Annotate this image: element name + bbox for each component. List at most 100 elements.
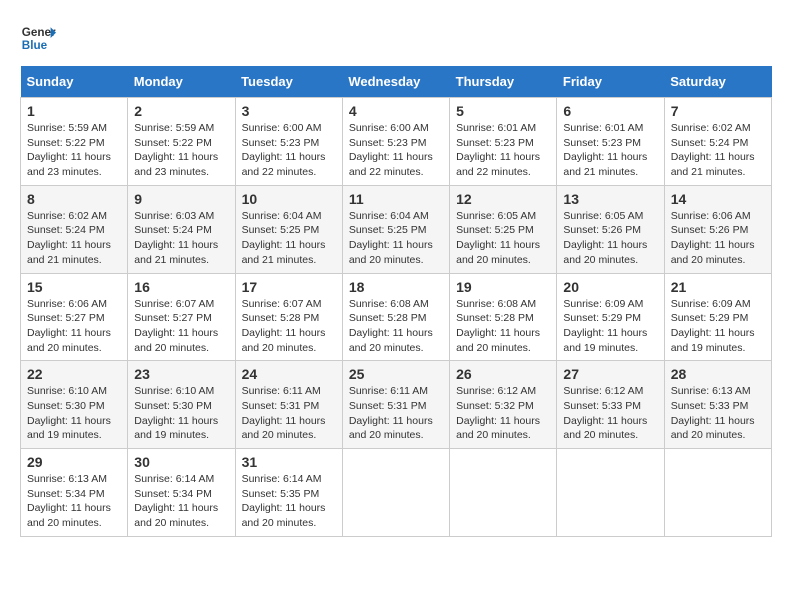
calendar-cell: 4 Sunrise: 6:00 AMSunset: 5:23 PMDayligh… [342, 98, 449, 186]
calendar-cell: 9 Sunrise: 6:03 AMSunset: 5:24 PMDayligh… [128, 185, 235, 273]
calendar-cell: 1 Sunrise: 5:59 AMSunset: 5:22 PMDayligh… [21, 98, 128, 186]
svg-text:Blue: Blue [22, 39, 48, 52]
cell-info: Sunrise: 6:03 AMSunset: 5:24 PMDaylight:… [134, 210, 218, 266]
calendar-cell: 29 Sunrise: 6:13 AMSunset: 5:34 PMDaylig… [21, 449, 128, 537]
calendar-week-4: 22 Sunrise: 6:10 AMSunset: 5:30 PMDaylig… [21, 361, 772, 449]
day-number: 28 [671, 366, 765, 382]
page-header: General Blue [20, 20, 772, 56]
day-number: 16 [134, 279, 228, 295]
calendar-cell: 10 Sunrise: 6:04 AMSunset: 5:25 PMDaylig… [235, 185, 342, 273]
column-header-sunday: Sunday [21, 66, 128, 98]
calendar-cell [342, 449, 449, 537]
day-number: 29 [27, 454, 121, 470]
calendar-cell: 24 Sunrise: 6:11 AMSunset: 5:31 PMDaylig… [235, 361, 342, 449]
cell-info: Sunrise: 6:11 AMSunset: 5:31 PMDaylight:… [349, 385, 433, 441]
calendar-cell: 22 Sunrise: 6:10 AMSunset: 5:30 PMDaylig… [21, 361, 128, 449]
day-number: 14 [671, 191, 765, 207]
day-number: 31 [242, 454, 336, 470]
calendar-cell: 27 Sunrise: 6:12 AMSunset: 5:33 PMDaylig… [557, 361, 664, 449]
day-number: 15 [27, 279, 121, 295]
calendar-cell: 28 Sunrise: 6:13 AMSunset: 5:33 PMDaylig… [664, 361, 771, 449]
calendar-week-2: 8 Sunrise: 6:02 AMSunset: 5:24 PMDayligh… [21, 185, 772, 273]
cell-info: Sunrise: 6:07 AMSunset: 5:27 PMDaylight:… [134, 298, 218, 354]
day-number: 26 [456, 366, 550, 382]
day-header-row: SundayMondayTuesdayWednesdayThursdayFrid… [21, 66, 772, 98]
calendar-cell: 23 Sunrise: 6:10 AMSunset: 5:30 PMDaylig… [128, 361, 235, 449]
cell-info: Sunrise: 6:12 AMSunset: 5:33 PMDaylight:… [563, 385, 647, 441]
day-number: 11 [349, 191, 443, 207]
cell-info: Sunrise: 6:10 AMSunset: 5:30 PMDaylight:… [27, 385, 111, 441]
cell-info: Sunrise: 6:01 AMSunset: 5:23 PMDaylight:… [563, 122, 647, 178]
cell-info: Sunrise: 6:14 AMSunset: 5:34 PMDaylight:… [134, 473, 218, 529]
cell-info: Sunrise: 6:06 AMSunset: 5:26 PMDaylight:… [671, 210, 755, 266]
calendar-cell: 8 Sunrise: 6:02 AMSunset: 5:24 PMDayligh… [21, 185, 128, 273]
day-number: 19 [456, 279, 550, 295]
day-number: 25 [349, 366, 443, 382]
cell-info: Sunrise: 6:10 AMSunset: 5:30 PMDaylight:… [134, 385, 218, 441]
day-number: 3 [242, 103, 336, 119]
calendar-cell: 21 Sunrise: 6:09 AMSunset: 5:29 PMDaylig… [664, 273, 771, 361]
day-number: 12 [456, 191, 550, 207]
calendar-week-5: 29 Sunrise: 6:13 AMSunset: 5:34 PMDaylig… [21, 449, 772, 537]
calendar-cell [664, 449, 771, 537]
calendar-cell: 6 Sunrise: 6:01 AMSunset: 5:23 PMDayligh… [557, 98, 664, 186]
cell-info: Sunrise: 6:06 AMSunset: 5:27 PMDaylight:… [27, 298, 111, 354]
day-number: 27 [563, 366, 657, 382]
day-number: 30 [134, 454, 228, 470]
day-number: 23 [134, 366, 228, 382]
calendar-table: SundayMondayTuesdayWednesdayThursdayFrid… [20, 66, 772, 537]
day-number: 4 [349, 103, 443, 119]
day-number: 21 [671, 279, 765, 295]
day-number: 2 [134, 103, 228, 119]
column-header-wednesday: Wednesday [342, 66, 449, 98]
calendar-week-3: 15 Sunrise: 6:06 AMSunset: 5:27 PMDaylig… [21, 273, 772, 361]
cell-info: Sunrise: 6:13 AMSunset: 5:33 PMDaylight:… [671, 385, 755, 441]
calendar-cell: 30 Sunrise: 6:14 AMSunset: 5:34 PMDaylig… [128, 449, 235, 537]
calendar-cell: 16 Sunrise: 6:07 AMSunset: 5:27 PMDaylig… [128, 273, 235, 361]
day-number: 10 [242, 191, 336, 207]
calendar-cell: 17 Sunrise: 6:07 AMSunset: 5:28 PMDaylig… [235, 273, 342, 361]
calendar-cell: 5 Sunrise: 6:01 AMSunset: 5:23 PMDayligh… [450, 98, 557, 186]
cell-info: Sunrise: 6:12 AMSunset: 5:32 PMDaylight:… [456, 385, 540, 441]
cell-info: Sunrise: 6:09 AMSunset: 5:29 PMDaylight:… [563, 298, 647, 354]
calendar-cell: 26 Sunrise: 6:12 AMSunset: 5:32 PMDaylig… [450, 361, 557, 449]
cell-info: Sunrise: 6:01 AMSunset: 5:23 PMDaylight:… [456, 122, 540, 178]
calendar-cell [557, 449, 664, 537]
column-header-friday: Friday [557, 66, 664, 98]
day-number: 8 [27, 191, 121, 207]
calendar-cell: 7 Sunrise: 6:02 AMSunset: 5:24 PMDayligh… [664, 98, 771, 186]
cell-info: Sunrise: 6:02 AMSunset: 5:24 PMDaylight:… [671, 122, 755, 178]
day-number: 22 [27, 366, 121, 382]
logo-icon: General Blue [20, 20, 56, 56]
calendar-cell: 18 Sunrise: 6:08 AMSunset: 5:28 PMDaylig… [342, 273, 449, 361]
column-header-thursday: Thursday [450, 66, 557, 98]
day-number: 7 [671, 103, 765, 119]
day-number: 17 [242, 279, 336, 295]
cell-info: Sunrise: 6:08 AMSunset: 5:28 PMDaylight:… [456, 298, 540, 354]
day-number: 20 [563, 279, 657, 295]
day-number: 6 [563, 103, 657, 119]
cell-info: Sunrise: 6:00 AMSunset: 5:23 PMDaylight:… [242, 122, 326, 178]
day-number: 24 [242, 366, 336, 382]
calendar-cell: 11 Sunrise: 6:04 AMSunset: 5:25 PMDaylig… [342, 185, 449, 273]
day-number: 9 [134, 191, 228, 207]
cell-info: Sunrise: 6:07 AMSunset: 5:28 PMDaylight:… [242, 298, 326, 354]
day-number: 1 [27, 103, 121, 119]
day-number: 13 [563, 191, 657, 207]
calendar-cell: 19 Sunrise: 6:08 AMSunset: 5:28 PMDaylig… [450, 273, 557, 361]
calendar-cell: 13 Sunrise: 6:05 AMSunset: 5:26 PMDaylig… [557, 185, 664, 273]
calendar-cell: 15 Sunrise: 6:06 AMSunset: 5:27 PMDaylig… [21, 273, 128, 361]
column-header-monday: Monday [128, 66, 235, 98]
calendar-cell: 3 Sunrise: 6:00 AMSunset: 5:23 PMDayligh… [235, 98, 342, 186]
cell-info: Sunrise: 6:02 AMSunset: 5:24 PMDaylight:… [27, 210, 111, 266]
calendar-cell: 25 Sunrise: 6:11 AMSunset: 5:31 PMDaylig… [342, 361, 449, 449]
column-header-saturday: Saturday [664, 66, 771, 98]
calendar-cell [450, 449, 557, 537]
day-number: 18 [349, 279, 443, 295]
column-header-tuesday: Tuesday [235, 66, 342, 98]
cell-info: Sunrise: 5:59 AMSunset: 5:22 PMDaylight:… [134, 122, 218, 178]
cell-info: Sunrise: 6:05 AMSunset: 5:25 PMDaylight:… [456, 210, 540, 266]
logo: General Blue [20, 20, 56, 56]
cell-info: Sunrise: 5:59 AMSunset: 5:22 PMDaylight:… [27, 122, 111, 178]
cell-info: Sunrise: 6:09 AMSunset: 5:29 PMDaylight:… [671, 298, 755, 354]
